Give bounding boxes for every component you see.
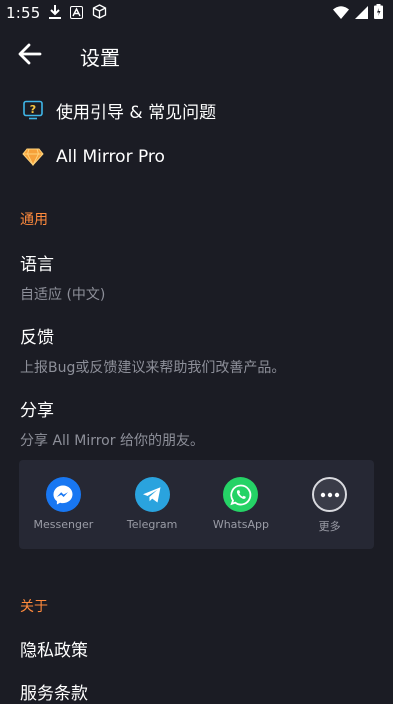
feedback-pref[interactable]: 反馈 上报Bug或反馈建议来帮助我们改善产品。 [20,323,373,377]
language-title: 语言 [20,255,54,275]
section-header-about: 关于 [20,599,48,615]
back-button[interactable] [0,26,60,86]
guide-faq-item[interactable]: ? 使用引导 & 常见问题 [0,87,393,133]
feedback-summary: 上报Bug或反馈建议来帮助我们改善产品。 [20,360,286,376]
status-time: 1:55 [6,4,41,22]
share-pref[interactable]: 分享 分享 All Mirror 给你的朋友。 [20,396,373,450]
more-icon [312,477,348,512]
language-pref[interactable]: 语言 自适应 (中文) [20,250,373,304]
privacy-policy-item[interactable]: 隐私政策 [20,636,88,661]
battery-icon [374,3,383,23]
terms-of-service-item[interactable]: 服务条款 [20,679,88,704]
help-icon: ? [22,99,44,121]
share-title: 分享 [20,401,54,421]
share-more-label: 更多 [318,520,341,533]
page-title: 设置 [80,45,120,70]
pro-item[interactable]: All Mirror Pro [0,134,393,180]
feedback-title: 反馈 [20,328,54,348]
app-notification-icon [70,4,84,23]
share-telegram[interactable]: Telegram [112,477,192,531]
diamond-icon [22,146,44,168]
share-messenger-label: Messenger [33,518,94,531]
telegram-icon [134,477,170,512]
share-summary: 分享 All Mirror 给你的朋友。 [20,433,204,449]
status-bar: 1:55 [0,0,393,26]
cube-icon [92,3,107,23]
svg-text:?: ? [30,103,36,116]
whatsapp-icon [223,477,259,512]
messenger-icon [45,477,81,512]
download-icon [49,4,62,23]
language-summary: 自适应 (中文) [20,287,106,303]
share-panel: Messenger Telegram WhatsApp 更多 [19,460,374,549]
wifi-icon [333,4,349,23]
signal-icon [355,4,368,23]
app-bar: 设置 [0,26,393,86]
section-header-general: 通用 [20,212,48,228]
guide-faq-label: 使用引导 & 常见问题 [56,102,217,123]
pro-label: All Mirror Pro [56,147,165,167]
share-whatsapp-label: WhatsApp [212,518,269,531]
share-telegram-label: Telegram [126,518,178,531]
share-more[interactable]: 更多 [290,477,370,534]
share-messenger[interactable]: Messenger [23,477,103,531]
arrow-back-icon [18,43,42,69]
share-whatsapp[interactable]: WhatsApp [201,477,281,531]
